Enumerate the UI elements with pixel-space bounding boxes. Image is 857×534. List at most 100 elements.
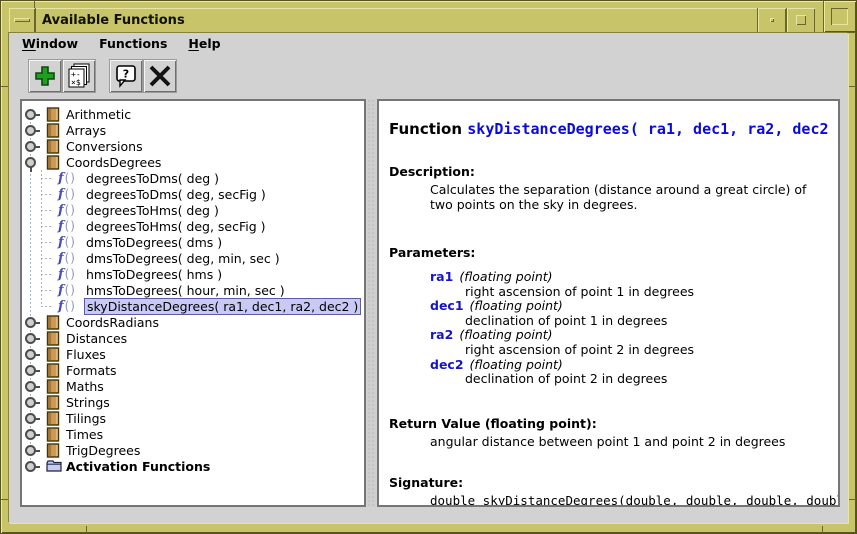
iconify-dot-icon: [770, 18, 774, 22]
tree-category-row[interactable]: Tilings: [22, 410, 364, 426]
function-icon: f(): [58, 250, 76, 266]
function-icon: f(): [58, 218, 76, 234]
function-icon: f(): [58, 234, 76, 250]
folder-icon: [46, 460, 62, 472]
function-icon: f(): [58, 186, 76, 202]
tree-category-row[interactable]: Conversions: [22, 138, 364, 154]
titlebar[interactable]: Available Functions: [9, 8, 815, 33]
iconify-button[interactable]: [757, 8, 786, 33]
tree-function-row[interactable]: f() hmsToDegrees( hms ): [22, 266, 364, 282]
tree-toggle-handle-icon[interactable]: [25, 333, 36, 344]
tree-category-row[interactable]: TrigDegrees: [22, 442, 364, 458]
tree-toggle-handle-icon[interactable]: [25, 461, 36, 472]
help-balloon-icon: ?: [114, 64, 138, 88]
client-area: Window Functions Help +- ×$: [9, 33, 848, 523]
book-icon: [46, 427, 60, 442]
help-button[interactable]: ?: [109, 59, 143, 93]
tree-toggle-handle-icon[interactable]: [25, 413, 36, 424]
tree-category-row[interactable]: Activation Functions: [22, 458, 364, 474]
parameter-name: ra1: [430, 269, 453, 284]
menu-functions[interactable]: Functions: [99, 36, 167, 51]
menu-window[interactable]: Window: [22, 36, 78, 51]
book-icon: [46, 315, 60, 330]
tree-category-row[interactable]: CoordsRadians: [22, 314, 364, 330]
frame-notch: [849, 499, 856, 500]
tree-function-row[interactable]: f() degreesToHms( deg ): [22, 202, 364, 218]
tree-toggle-handle-icon[interactable]: [25, 109, 36, 120]
parameter-item: ra2(floating point) right ascension of p…: [389, 328, 828, 357]
tree-category-label: CoordsDegrees: [66, 155, 161, 170]
tree-toggle-handle-icon[interactable]: [25, 445, 36, 456]
doc-heading-signature: skyDistanceDegrees( ra1, dec1, ra2, dec2…: [467, 120, 840, 138]
tree-category-row[interactable]: CoordsDegrees: [22, 154, 364, 170]
tree-toggle-handle-icon[interactable]: [25, 317, 36, 328]
close-window-button[interactable]: [143, 59, 177, 93]
tree-category-label: Arithmetic: [66, 107, 131, 122]
book-icon: [46, 107, 60, 122]
tree-function-row[interactable]: f() degreesToHms( deg, secFig ): [22, 218, 364, 234]
parameter-type: (floating point): [470, 357, 563, 372]
parameter-description: right ascension of point 2 in degrees: [465, 343, 828, 358]
tree-function-label: degreesToHms( deg ): [86, 203, 219, 218]
tree-category-row[interactable]: Strings: [22, 394, 364, 410]
function-tree-panel[interactable]: Arithmetic Arrays Conversions: [20, 99, 366, 507]
function-doc: Function skyDistanceDegrees( ra1, dec1, …: [379, 101, 838, 507]
browse-functions-button[interactable]: +- ×$: [62, 59, 96, 93]
tree-toggle-handle-icon[interactable]: [25, 365, 36, 376]
split-divider[interactable]: [367, 99, 376, 507]
tree-function-label: degreesToHms( deg, secFig ): [86, 219, 266, 234]
available-functions-window: Available Functions Window Functions Hel…: [0, 0, 857, 534]
tree-category-row[interactable]: Arithmetic: [22, 106, 364, 122]
maximize-button[interactable]: [786, 8, 815, 33]
tree-function-label: degreesToDms( deg, secFig ): [86, 187, 266, 202]
tree-category-row[interactable]: Maths: [22, 378, 364, 394]
tree-category-row[interactable]: Fluxes: [22, 346, 364, 362]
tree-category-label: Fluxes: [66, 347, 106, 362]
window-menu-button[interactable]: [9, 8, 36, 33]
tree-toggle-handle-icon[interactable]: [25, 125, 36, 136]
svg-text:×$: ×$: [71, 78, 81, 87]
tree-function-row[interactable]: f() dmsToDegrees( deg, min, sec ): [22, 250, 364, 266]
tree-function-row[interactable]: f() dmsToDegrees( dms ): [22, 234, 364, 250]
documentation-panel[interactable]: Function skyDistanceDegrees( ra1, dec1, …: [377, 99, 840, 507]
return-label: Return Value (floating point):: [389, 416, 828, 431]
tree-category-label: TrigDegrees: [66, 443, 140, 458]
toolbar-separator: [96, 59, 109, 98]
doc-heading-prefix: Function: [389, 120, 467, 138]
tree-toggle-handle-icon[interactable]: [25, 397, 36, 408]
tree-function-row[interactable]: f() degreesToDms( deg, secFig ): [22, 186, 364, 202]
parameter-description: declination of point 2 in degrees: [465, 372, 828, 387]
function-icon: f(): [58, 170, 76, 186]
maximize-square-icon: [796, 15, 806, 25]
tree-function-row[interactable]: f() hmsToDegrees( hour, min, sec ): [22, 282, 364, 298]
green-plus-icon: [33, 64, 57, 88]
parameter-name: dec1: [430, 298, 464, 313]
tree-category-label: Arrays: [66, 123, 106, 138]
tree-category-label: Distances: [66, 331, 127, 346]
tree-category-label: Conversions: [66, 139, 143, 154]
book-icon: [46, 123, 60, 138]
tree-category-row[interactable]: Formats: [22, 362, 364, 378]
tree-toggle-handle-icon[interactable]: [25, 157, 36, 168]
book-icon: [46, 379, 60, 394]
menu-help[interactable]: Help: [188, 36, 220, 51]
signature-line: double skyDistanceDegrees(double, double…: [430, 493, 828, 507]
tree-category-label: Tilings: [66, 411, 106, 426]
add-function-button[interactable]: [28, 59, 62, 93]
tree-category-row[interactable]: Distances: [22, 330, 364, 346]
book-icon: [46, 411, 60, 426]
tree-toggle-handle-icon[interactable]: [25, 429, 36, 440]
book-icon: [46, 363, 60, 378]
signature-label: Signature:: [389, 475, 828, 490]
tree-function-row[interactable]: f() skyDistanceDegrees( ra1, dec1, ra2, …: [22, 298, 364, 314]
tree-toggle-handle-icon[interactable]: [25, 141, 36, 152]
resize-corner[interactable]: [823, 1, 856, 33]
tree-category-row[interactable]: Times: [22, 426, 364, 442]
tree-function-row[interactable]: f() degreesToDms( deg ): [22, 170, 364, 186]
parameter-description: right ascension of point 1 in degrees: [465, 285, 828, 300]
tree-category-row[interactable]: Arrays: [22, 122, 364, 138]
function-sheets-icon: +- ×$: [67, 63, 91, 89]
tree-toggle-handle-icon[interactable]: [25, 381, 36, 392]
tree-toggle-handle-icon[interactable]: [25, 349, 36, 360]
tree-category-label: Formats: [66, 363, 117, 378]
